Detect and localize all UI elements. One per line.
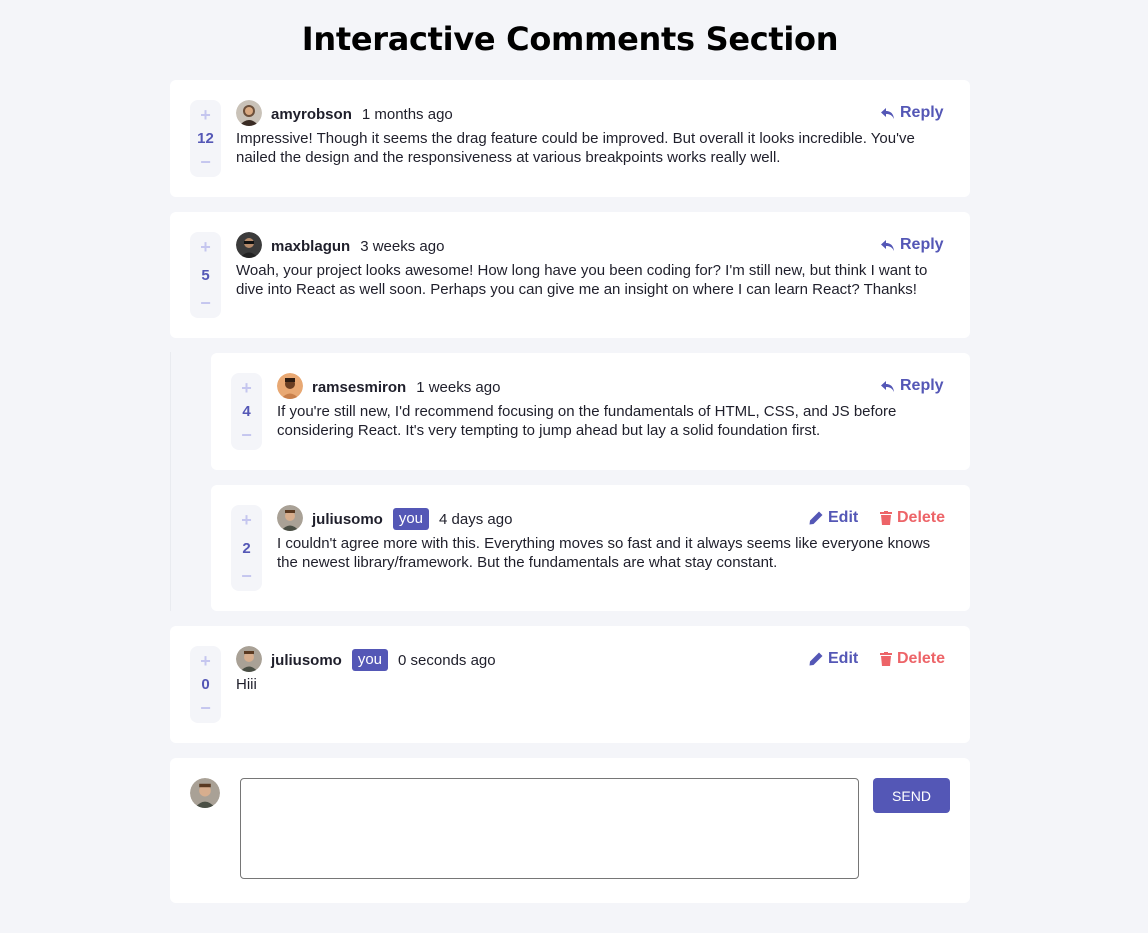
upvote-button[interactable]: +	[200, 106, 211, 124]
comment-text: If you're still new, I'd recommend focus…	[277, 403, 897, 439]
upvote-button[interactable]: +	[241, 511, 252, 529]
vote-control: + 2 −	[231, 505, 262, 591]
edit-button[interactable]: Edit	[809, 509, 858, 527]
page-title: Interactive Comments Section	[301, 20, 839, 58]
upvote-button[interactable]: +	[200, 238, 211, 256]
username[interactable]: maxblagun	[271, 238, 350, 255]
timestamp: 3 weeks ago	[360, 237, 445, 255]
comment-card: + 12 − amyrobson 1 months ago Reply Impr…	[170, 80, 970, 197]
comment-text: Impressive! Though it seems the drag fea…	[236, 130, 915, 166]
pencil-icon	[809, 652, 823, 666]
current-user-avatar	[190, 778, 220, 808]
vote-control: + 0 −	[190, 646, 221, 723]
comment-meta: juliusomo you 0 seconds ago	[271, 648, 496, 672]
delete-label: Delete	[897, 650, 946, 667]
you-badge: you	[392, 508, 430, 530]
comment-meta: juliusomo you 4 days ago	[312, 507, 512, 531]
reply-arrow-icon	[881, 107, 895, 120]
reply-arrow-icon	[881, 380, 895, 393]
comment-card: + 0 − juliusomo you 0 seconds ago Edit D…	[170, 626, 970, 743]
comment-meta: ramsesmiron 1 weeks ago	[312, 375, 500, 399]
comment-text: Woah, your project looks awesome! How lo…	[236, 262, 928, 298]
timestamp: 1 weeks ago	[416, 378, 501, 396]
send-button[interactable]: SEND	[873, 778, 950, 813]
comment-input[interactable]	[240, 778, 859, 879]
avatar	[236, 100, 262, 126]
score-value: 5	[201, 266, 210, 284]
username[interactable]: ramsesmiron	[312, 379, 406, 396]
edit-label: Edit	[828, 650, 859, 667]
timestamp: 4 days ago	[439, 510, 513, 528]
downvote-button[interactable]: −	[200, 153, 211, 171]
score-value: 4	[242, 403, 251, 420]
edit-button[interactable]: Edit	[809, 650, 858, 668]
comment-card: + 5 − maxblagun 3 weeks ago Reply Woah, …	[170, 212, 970, 338]
avatar	[236, 646, 262, 672]
reply-thread-line	[170, 352, 171, 611]
you-badge: you	[351, 649, 389, 671]
reply-card: + 4 − ramsesmiron 1 weeks ago Reply If y…	[211, 353, 970, 470]
reply-arrow-icon	[881, 239, 895, 252]
comment-meta: maxblagun 3 weeks ago	[271, 234, 444, 258]
score-value: 12	[197, 130, 214, 147]
reply-button[interactable]: Reply	[881, 236, 944, 254]
trash-icon	[880, 511, 892, 525]
upvote-button[interactable]: +	[200, 652, 211, 670]
downvote-button[interactable]: −	[241, 567, 252, 585]
reply-button[interactable]: Reply	[881, 377, 944, 395]
comment-text: I couldn't agree more with this. Everyth…	[277, 535, 931, 571]
downvote-button[interactable]: −	[200, 294, 211, 312]
edit-label: Edit	[828, 509, 859, 526]
timestamp: 0 seconds ago	[398, 651, 496, 669]
username[interactable]: juliusomo	[271, 652, 342, 669]
reply-card: + 2 − juliusomo you 4 days ago Edit Dele…	[211, 485, 970, 611]
trash-icon	[880, 652, 892, 666]
avatar	[277, 373, 303, 399]
vote-control: + 5 −	[190, 232, 221, 318]
score-value: 2	[242, 539, 251, 557]
delete-button[interactable]: Delete	[880, 509, 945, 527]
delete-label: Delete	[897, 509, 946, 526]
comment-meta: amyrobson 1 months ago	[271, 102, 453, 126]
avatar	[277, 505, 303, 531]
score-value: 0	[201, 676, 210, 693]
reply-label: Reply	[900, 104, 944, 121]
vote-control: + 12 −	[190, 100, 221, 177]
downvote-button[interactable]: −	[241, 426, 252, 444]
reply-button[interactable]: Reply	[881, 104, 944, 122]
username[interactable]: juliusomo	[312, 511, 383, 528]
delete-button[interactable]: Delete	[880, 650, 945, 668]
pencil-icon	[809, 511, 823, 525]
username[interactable]: amyrobson	[271, 106, 352, 123]
downvote-button[interactable]: −	[200, 699, 211, 717]
vote-control: + 4 −	[231, 373, 262, 450]
comment-text: Hiii	[236, 676, 257, 693]
reply-label: Reply	[900, 377, 944, 394]
avatar	[236, 232, 262, 258]
upvote-button[interactable]: +	[241, 379, 252, 397]
reply-label: Reply	[900, 236, 944, 253]
timestamp: 1 months ago	[361, 105, 453, 123]
